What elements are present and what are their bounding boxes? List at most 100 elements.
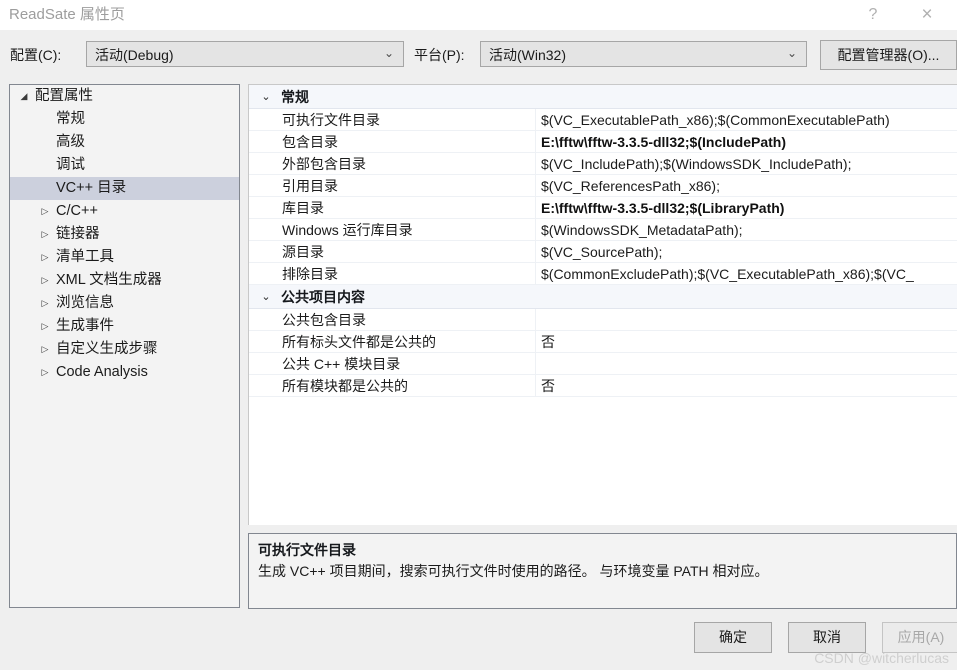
tree-item-label: 浏览信息	[56, 295, 114, 311]
cancel-button[interactable]: 取消	[788, 622, 866, 653]
tree-item-label: VC++ 目录	[56, 180, 127, 196]
property-name: Windows 运行库目录	[282, 222, 413, 238]
platform-value: 活动(Win32)	[489, 47, 567, 63]
property-value[interactable]: $(VC_IncludePath);$(WindowsSDK_IncludePa…	[541, 153, 957, 175]
property-value[interactable]: 否	[541, 331, 957, 353]
tree-item[interactable]: ▷ C/C++	[10, 200, 239, 223]
property-value[interactable]: E:\fftw\fftw-3.3.5-dll32;$(LibraryPath)	[541, 197, 957, 219]
property-name: 排除目录	[282, 266, 338, 282]
collapsed-arrow-icon[interactable]: ▷	[37, 269, 53, 292]
tree-item-label: 高级	[56, 134, 85, 150]
tree-item[interactable]: ▷ 自定义生成步骤	[10, 338, 239, 361]
collapsed-arrow-icon[interactable]: ▷	[37, 200, 53, 223]
property-row[interactable]: Windows 运行库目录 $(WindowsSDK_MetadataPath);	[249, 219, 957, 241]
property-name: 库目录	[282, 200, 324, 216]
tree-item[interactable]: ▷ 生成事件	[10, 315, 239, 338]
property-group-label: 常规	[281, 89, 309, 105]
property-value[interactable]: $(CommonExcludePath);$(VC_ExecutablePath…	[541, 263, 957, 285]
property-row[interactable]: 源目录 $(VC_SourcePath);	[249, 241, 957, 263]
property-row[interactable]: 排除目录 $(CommonExcludePath);$(VC_Executable…	[249, 263, 957, 285]
property-row[interactable]: 引用目录 $(VC_ReferencesPath_x86);	[249, 175, 957, 197]
property-row[interactable]: 所有模块都是公共的 否	[249, 375, 957, 397]
tree-item[interactable]: ▷ Code Analysis	[10, 361, 239, 384]
tree-item-label: 清单工具	[56, 249, 114, 265]
collapsed-arrow-icon[interactable]: ▷	[37, 292, 53, 315]
collapsed-arrow-icon[interactable]: ▷	[37, 361, 53, 384]
tree-item[interactable]: ◢ 配置属性	[10, 85, 239, 108]
configuration-value: 活动(Debug)	[95, 47, 174, 63]
apply-button: 应用(A)	[882, 622, 957, 653]
property-row[interactable]: 库目录 E:\fftw\fftw-3.3.5-dll32;$(LibraryPat…	[249, 197, 957, 219]
configuration-dropdown[interactable]: 活动(Debug) ⌄	[86, 41, 404, 67]
property-name: 包含目录	[282, 134, 338, 150]
tree-item-label: 配置属性	[35, 88, 93, 104]
close-icon[interactable]: ×	[905, 0, 949, 30]
property-row[interactable]: 公共包含目录	[249, 309, 957, 331]
tree-item[interactable]: 高级	[10, 131, 239, 154]
property-row[interactable]: 可执行文件目录 $(VC_ExecutablePath_x86);$(Common…	[249, 109, 957, 131]
property-value[interactable]: $(WindowsSDK_MetadataPath);	[541, 219, 957, 241]
property-group-label: 公共项目内容	[281, 289, 365, 305]
property-group-header[interactable]: ⌄ 常规	[249, 85, 957, 109]
property-value[interactable]: $(VC_SourcePath);	[541, 241, 957, 263]
ok-button[interactable]: 确定	[694, 622, 772, 653]
dialog-title: ReadSate 属性页	[9, 6, 125, 23]
tree-item[interactable]: ▷ 浏览信息	[10, 292, 239, 315]
tree-item[interactable]: ▷ 清单工具	[10, 246, 239, 269]
property-value[interactable]: 否	[541, 375, 957, 397]
tree-item-label: 调试	[56, 157, 85, 173]
property-group-header[interactable]: ⌄ 公共项目内容	[249, 285, 957, 309]
help-icon[interactable]: ?	[851, 0, 895, 30]
tree-item[interactable]: 常规	[10, 108, 239, 131]
title-bar: ReadSate 属性页 ? ×	[0, 0, 957, 30]
tree-item-label: Code Analysis	[56, 364, 148, 380]
configuration-bar: 配置(C): 活动(Debug) ⌄ 平台(P): 活动(Win32) ⌄	[0, 30, 957, 80]
description-panel: 可执行文件目录 生成 VC++ 项目期间，搜索可执行文件时使用的路径。 与环境变…	[248, 533, 957, 609]
collapsed-arrow-icon[interactable]: ▷	[37, 223, 53, 246]
property-row[interactable]: 所有标头文件都是公共的 否	[249, 331, 957, 353]
column-divider[interactable]	[535, 197, 536, 219]
description-body: 生成 VC++ 项目期间，搜索可执行文件时使用的路径。 与环境变量 PATH 相…	[258, 563, 769, 579]
tree-item-label: 生成事件	[56, 318, 114, 334]
column-divider[interactable]	[535, 263, 536, 285]
configuration-tree[interactable]: ◢ 配置属性 常规 高级 调试 VC++ 目录 ▷ C/C++ ▷ 链接器 ▷ 清单工具 ▷ XML 文档…	[9, 84, 240, 608]
platform-dropdown[interactable]: 活动(Win32) ⌄	[480, 41, 807, 67]
chevron-down-icon[interactable]: ⌄	[259, 285, 273, 309]
platform-label: 平台(P):	[414, 47, 465, 63]
collapsed-arrow-icon[interactable]: ▷	[37, 338, 53, 361]
property-value[interactable]: E:\fftw\fftw-3.3.5-dll32;$(IncludePath)	[541, 131, 957, 153]
chevron-down-icon: ⌄	[786, 46, 797, 60]
column-divider[interactable]	[535, 353, 536, 375]
property-grid[interactable]: ⌄ 常规可执行文件目录 $(VC_ExecutablePath_x86);$(Com…	[248, 84, 957, 525]
property-row[interactable]: 包含目录 E:\fftw\fftw-3.3.5-dll32;$(IncludePa…	[249, 131, 957, 153]
configuration-manager-button[interactable]: 配置管理器(O)...	[820, 40, 957, 70]
tree-item[interactable]: ▷ 链接器	[10, 223, 239, 246]
property-row[interactable]: 公共 C++ 模块目录	[249, 353, 957, 375]
property-name: 可执行文件目录	[282, 112, 380, 128]
tree-item-label: XML 文档生成器	[56, 272, 162, 288]
property-row[interactable]: 外部包含目录 $(VC_IncludePath);$(WindowsSDK_Inc…	[249, 153, 957, 175]
column-divider[interactable]	[535, 219, 536, 241]
property-value[interactable]: $(VC_ReferencesPath_x86);	[541, 175, 957, 197]
column-divider[interactable]	[535, 109, 536, 131]
tree-item[interactable]: ▷ XML 文档生成器	[10, 269, 239, 292]
column-divider[interactable]	[535, 175, 536, 197]
expanded-arrow-icon[interactable]: ◢	[16, 85, 32, 108]
column-divider[interactable]	[535, 375, 536, 397]
property-value[interactable]: $(VC_ExecutablePath_x86);$(CommonExecuta…	[541, 109, 957, 131]
tree-item[interactable]: 调试	[10, 154, 239, 177]
column-divider[interactable]	[535, 241, 536, 263]
column-divider[interactable]	[535, 131, 536, 153]
chevron-down-icon[interactable]: ⌄	[259, 85, 273, 109]
collapsed-arrow-icon[interactable]: ▷	[37, 246, 53, 269]
property-name: 所有模块都是公共的	[282, 378, 408, 394]
tree-item[interactable]: VC++ 目录	[10, 177, 239, 200]
property-name: 引用目录	[282, 178, 338, 194]
tree-item-label: C/C++	[56, 203, 98, 219]
column-divider[interactable]	[535, 309, 536, 331]
property-name: 所有标头文件都是公共的	[282, 334, 436, 350]
collapsed-arrow-icon[interactable]: ▷	[37, 315, 53, 338]
column-divider[interactable]	[535, 153, 536, 175]
column-divider[interactable]	[535, 331, 536, 353]
tree-item-label: 常规	[56, 111, 85, 127]
